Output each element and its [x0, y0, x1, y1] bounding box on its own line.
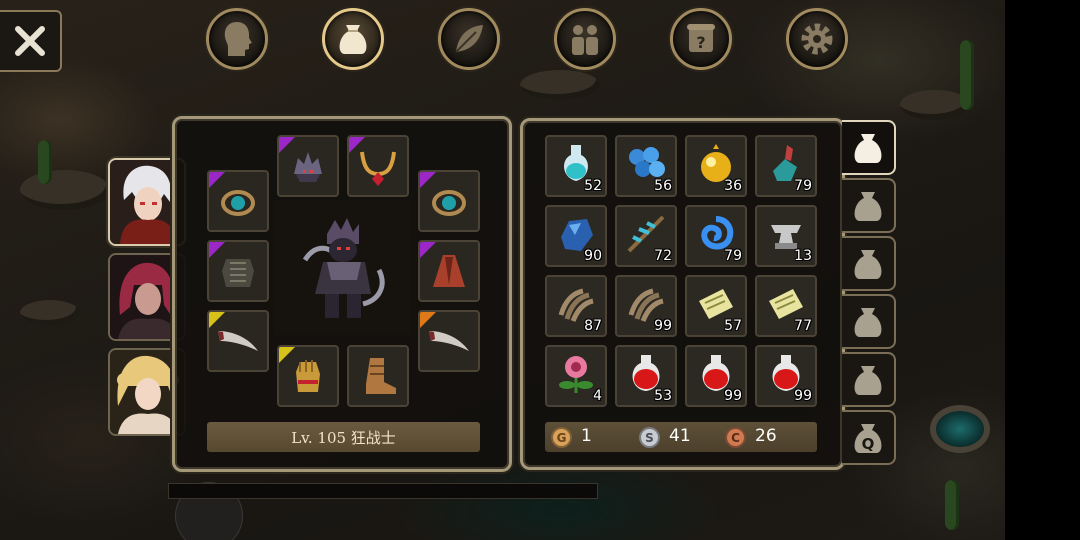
character-preview: [275, 200, 410, 335]
inventory-item[interactable]: 56: [615, 135, 677, 197]
red-cloak-icon: [433, 255, 465, 287]
bag-icon: [854, 307, 882, 337]
item-count: 56: [654, 178, 672, 194]
item-count: 53: [654, 388, 672, 404]
bag-tab-3[interactable]: [842, 236, 896, 291]
bag-icon: [854, 191, 882, 221]
inventory-item[interactable]: 13: [755, 205, 817, 267]
inventory-item[interactable]: 87: [545, 275, 607, 337]
tab-settings[interactable]: [786, 8, 848, 70]
tab-party[interactable]: [554, 8, 616, 70]
inventory-item[interactable]: 77: [755, 275, 817, 337]
tab-skills[interactable]: [438, 8, 500, 70]
item-count: 99: [724, 388, 742, 404]
svg-text:?: ?: [696, 33, 705, 52]
item-count: 36: [724, 178, 742, 194]
item-count: 13: [794, 248, 812, 264]
inventory-item[interactable]: 57: [685, 275, 747, 337]
equip-slot-ring-left[interactable]: [207, 170, 269, 232]
inventory-item[interactable]: 90: [545, 205, 607, 267]
leather-boot-icon: [366, 358, 396, 394]
item-count: 72: [654, 248, 672, 264]
teal-ring-icon: [221, 190, 255, 216]
gear-icon: [801, 23, 833, 55]
inventory-item[interactable]: 53: [615, 345, 677, 407]
tab-character[interactable]: [206, 8, 268, 70]
inventory-item[interactable]: 79: [685, 205, 747, 267]
item-count: 90: [584, 248, 602, 264]
equip-slot-cloak[interactable]: [418, 240, 480, 302]
bag-icon: [854, 249, 882, 279]
bag-tab-quest[interactable]: Q: [842, 410, 896, 465]
item-count: 4: [593, 388, 602, 404]
berserker-sprite-icon: [302, 218, 385, 318]
equip-slot-necklace[interactable]: [347, 135, 409, 197]
equip-slot-boots[interactable]: [347, 345, 409, 407]
item-count: 79: [724, 248, 742, 264]
item-count: 52: [584, 178, 602, 194]
tab-quest[interactable]: ?: [670, 8, 732, 70]
gold-amount: 1: [581, 426, 592, 446]
inventory-item[interactable]: 99: [685, 345, 747, 407]
equip-slot-helmet[interactable]: [277, 135, 339, 197]
silver-coin-icon: S: [639, 427, 660, 448]
bag-tab-2[interactable]: [842, 178, 896, 233]
inventory-item[interactable]: 99: [615, 275, 677, 337]
bag-tab-1[interactable]: [842, 120, 896, 175]
ruby-necklace-icon: [360, 151, 396, 186]
chainmail-armor-icon: [222, 259, 254, 287]
character-level: Lv. 105 狂战士: [207, 422, 480, 452]
bag-icon: [339, 25, 367, 54]
close-icon: [15, 26, 45, 56]
silver-amount: 41: [669, 426, 691, 446]
equip-slot-gloves[interactable]: [277, 345, 339, 407]
gold-coin-icon: G: [551, 427, 572, 448]
bag-tab-5[interactable]: [842, 352, 896, 407]
item-count: 99: [654, 318, 672, 334]
close-button[interactable]: [0, 10, 62, 72]
item-count: 87: [584, 318, 602, 334]
quest-bag-label: Q: [862, 435, 875, 453]
bag-icon: [854, 133, 882, 163]
equip-slot-ring-right[interactable]: [418, 170, 480, 232]
tab-inventory[interactable]: [322, 8, 384, 70]
teal-ring-icon: [432, 190, 466, 216]
inventory-item[interactable]: 72: [615, 205, 677, 267]
dark-helmet-icon: [294, 152, 322, 182]
item-count: 79: [794, 178, 812, 194]
quest-scroll-icon: ?: [687, 24, 715, 52]
currency-bar: G 1 S 41 C 26: [545, 422, 817, 452]
inventory-item[interactable]: 4: [545, 345, 607, 407]
quest-bag-icon: Q: [854, 423, 882, 453]
inventory-item[interactable]: 52: [545, 135, 607, 197]
item-count: 77: [794, 318, 812, 334]
experience-bar: [168, 483, 598, 499]
head-silhouette-icon: [224, 22, 252, 56]
bag-tab-4[interactable]: [842, 294, 896, 349]
equip-slot-armor[interactable]: [207, 240, 269, 302]
party-icon: [572, 25, 598, 55]
item-count: 99: [794, 388, 812, 404]
equip-slot-weapon-left[interactable]: [207, 310, 269, 372]
item-count: 57: [724, 318, 742, 334]
inventory-item[interactable]: 99: [755, 345, 817, 407]
golden-gauntlet-icon: [296, 360, 320, 392]
bag-icon: [854, 365, 882, 395]
inventory-item[interactable]: 36: [685, 135, 747, 197]
copper-coin-icon: C: [725, 427, 746, 448]
curved-blade-icon: [429, 331, 469, 351]
equip-slot-weapon-right[interactable]: [418, 310, 480, 372]
copper-amount: 26: [755, 426, 777, 446]
curved-blade-icon: [218, 331, 258, 351]
inventory-item[interactable]: 79: [755, 135, 817, 197]
leaf-icon: [455, 25, 483, 53]
